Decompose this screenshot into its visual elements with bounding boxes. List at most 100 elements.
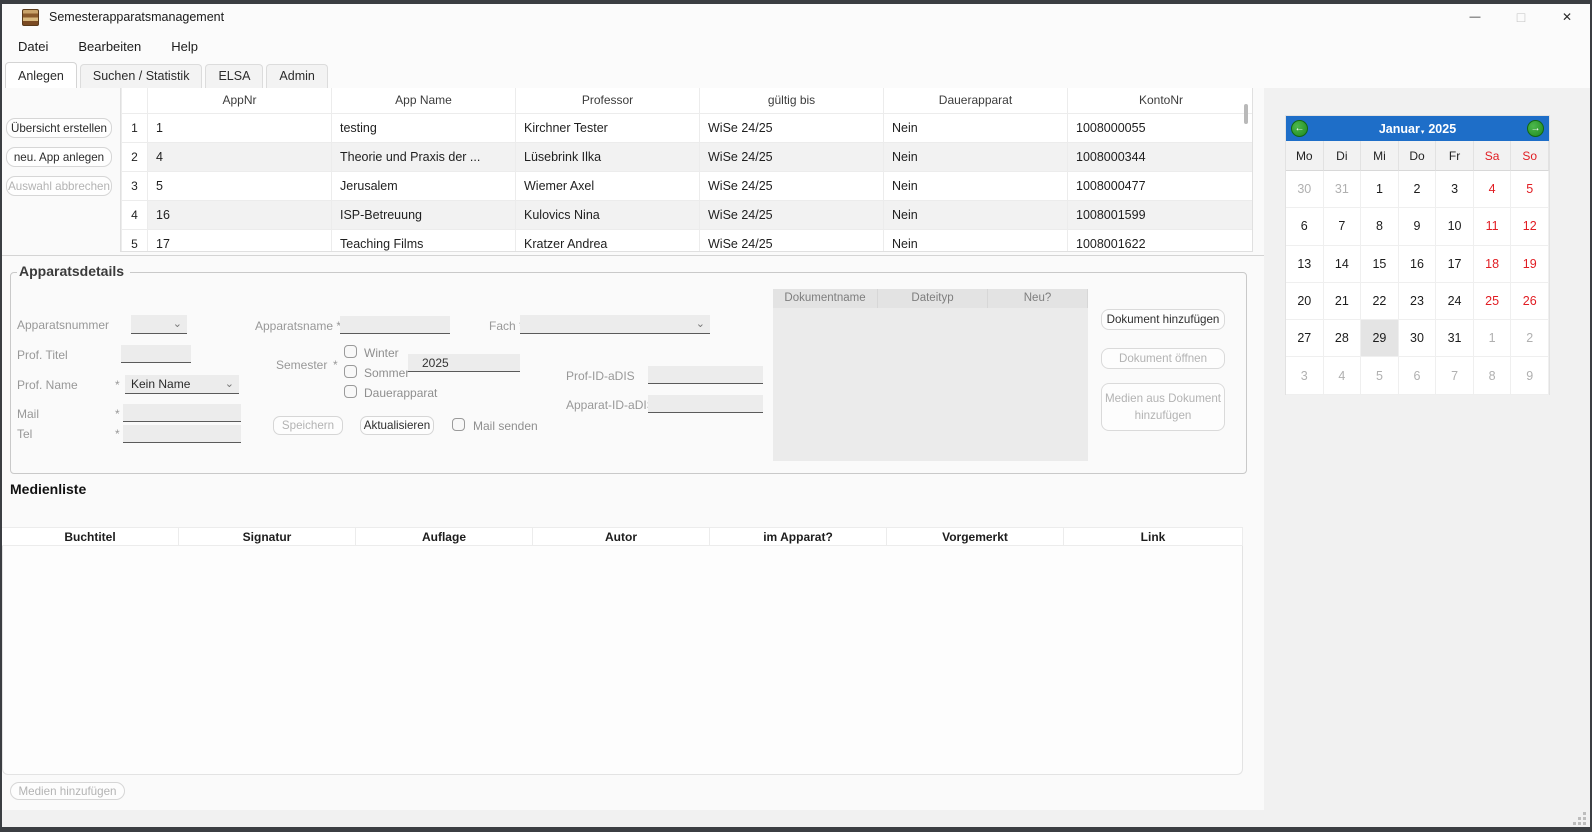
apps-cell: 5 [148,171,332,200]
calendar-day[interactable]: 16 [1399,246,1437,283]
apparatsname-field[interactable] [340,316,450,334]
apps-col-professor[interactable]: Professor [516,88,700,113]
calendar-year[interactable]: 2025 [1428,122,1456,136]
calendar-day[interactable]: 14 [1324,246,1362,283]
resize-grip-icon[interactable] [1574,813,1586,825]
calendar-day[interactable]: 5 [1511,171,1549,208]
calendar-day[interactable]: 13 [1286,246,1324,283]
calendar-day[interactable]: 30 [1286,171,1324,208]
calendar-day[interactable]: 4 [1324,357,1362,394]
medien-col-auflage[interactable]: Auflage [356,528,533,545]
calendar-day[interactable]: 7 [1436,357,1474,394]
medien-col-autor[interactable]: Autor [533,528,710,545]
calendar-day[interactable]: 28 [1324,320,1362,357]
calendar-day[interactable]: 22 [1361,283,1399,320]
medien-col-vorgemerkt[interactable]: Vorgemerkt [887,528,1064,545]
calendar-prev-button[interactable] [1291,120,1308,137]
calendar-day[interactable]: 12 [1511,208,1549,245]
apps-col-kontonr[interactable]: KontoNr [1068,88,1254,113]
calendar-day[interactable]: 31 [1436,320,1474,357]
calendar-day[interactable]: 9 [1399,208,1437,245]
calendar-day[interactable]: 1 [1361,171,1399,208]
calendar-day[interactable]: 3 [1436,171,1474,208]
sidebar-button-neu-app-anlegen[interactable]: neu. App anlegen [6,147,112,167]
tab-elsa[interactable]: ELSA [205,64,263,88]
prof-name-value: Kein Name [131,377,190,391]
tab-suchen-statistik[interactable]: Suchen / Statistik [80,64,203,88]
sommer-radio[interactable] [344,365,357,378]
calendar-day[interactable]: 5 [1361,357,1399,394]
calendar-day[interactable]: 19 [1511,246,1549,283]
calendar-day[interactable]: 23 [1399,283,1437,320]
calendar-next-button[interactable] [1527,120,1544,137]
calendar-day[interactable]: 15 [1361,246,1399,283]
apps-col-dauerapparat[interactable]: Dauerapparat [884,88,1068,113]
medien-col-signatur[interactable]: Signatur [179,528,356,545]
table-row[interactable]: 35JerusalemWiemer AxelWiSe 24/25Nein1008… [122,171,1254,200]
calendar-dayname-mi: Mi [1361,141,1399,171]
calendar-day[interactable]: 18 [1474,246,1512,283]
tabbar: AnlegenSuchen / StatistikELSAAdmin [2,62,1590,88]
calendar-day[interactable]: 8 [1474,357,1512,394]
calendar-day[interactable]: 3 [1286,357,1324,394]
close-button[interactable] [1544,4,1590,30]
table-row[interactable]: 11testingKirchner TesterWiSe 24/25Nein10… [122,113,1254,142]
dauerapparat-radio[interactable] [344,385,357,398]
calendar-day[interactable]: 11 [1474,208,1512,245]
semester-year-field[interactable] [408,354,520,372]
prof-id-adis-field[interactable] [648,366,763,384]
tab-anlegen[interactable]: Anlegen [5,62,77,88]
prof-titel-field[interactable] [121,345,191,363]
maximize-button[interactable] [1498,4,1544,30]
tel-field[interactable] [123,425,241,443]
calendar-day[interactable]: 10 [1436,208,1474,245]
table-row[interactable]: 416ISP-BetreuungKulovics NinaWiSe 24/25N… [122,200,1254,229]
calendar-day[interactable]: 6 [1286,208,1324,245]
apps-row-number: 5 [122,229,148,252]
apps-col-g-ltig-bis[interactable]: gültig bis [700,88,884,113]
mail-senden-checkbox[interactable] [452,418,465,431]
calendar-day[interactable]: 25 [1474,283,1512,320]
tab-admin[interactable]: Admin [266,64,327,88]
calendar-day[interactable]: 17 [1436,246,1474,283]
mail-field[interactable] [123,404,241,422]
menu-item-bearbeiten[interactable]: Bearbeiten [78,39,141,54]
calendar-day[interactable]: 24 [1436,283,1474,320]
calendar-day[interactable]: 2 [1399,171,1437,208]
calendar-day[interactable]: 20 [1286,283,1324,320]
table-row[interactable]: 24Theorie und Praxis der ...Lüsebrink Il… [122,142,1254,171]
apparat-id-adis-field[interactable] [648,395,763,413]
medien-col-im-apparat[interactable]: im Apparat? [710,528,887,545]
sidebar-button-bersicht-erstellen[interactable]: Übersicht erstellen [6,118,112,138]
calendar-day[interactable]: 30 [1399,320,1437,357]
fach-combo[interactable]: ⌄ [520,315,710,334]
calendar-day[interactable]: 7 [1324,208,1362,245]
documents-table: DokumentnameDateitypNeu? [773,289,1088,461]
calendar-day[interactable]: 21 [1324,283,1362,320]
medien-col-buchtitel[interactable]: Buchtitel [2,528,179,545]
winter-radio[interactable] [344,345,357,358]
calendar-day[interactable]: 6 [1399,357,1437,394]
calendar-day[interactable]: 1 [1474,320,1512,357]
menu-item-help[interactable]: Help [171,39,198,54]
calendar-day[interactable]: 4 [1474,171,1512,208]
calendar-day[interactable]: 9 [1511,357,1549,394]
calendar-day[interactable]: 29 [1361,320,1399,357]
aktualisieren-button[interactable]: Aktualisieren [360,416,434,435]
prof-name-combo[interactable]: Kein Name⌄ [125,375,239,394]
dokument-hinzuf-gen-button[interactable]: Dokument hinzufügen [1101,309,1225,330]
apps-col-appnr[interactable]: AppNr [148,88,332,113]
menu-item-datei[interactable]: Datei [18,39,48,54]
apps-table-scrollbar[interactable] [1244,104,1248,124]
calendar-day[interactable]: 27 [1286,320,1324,357]
apps-col-app-name[interactable]: App Name [332,88,516,113]
calendar-day[interactable]: 8 [1361,208,1399,245]
medien-col-link[interactable]: Link [1064,528,1243,545]
minimize-button[interactable] [1452,4,1498,30]
calendar-day[interactable]: 31 [1324,171,1362,208]
apparatsnummer-combo[interactable]: ⌄ [131,315,187,334]
calendar-day[interactable]: 26 [1511,283,1549,320]
table-row[interactable]: 517Teaching FilmsKratzer AndreaWiSe 24/2… [122,229,1254,252]
calendar-month[interactable]: Januar [1379,122,1420,136]
calendar-day[interactable]: 2 [1511,320,1549,357]
